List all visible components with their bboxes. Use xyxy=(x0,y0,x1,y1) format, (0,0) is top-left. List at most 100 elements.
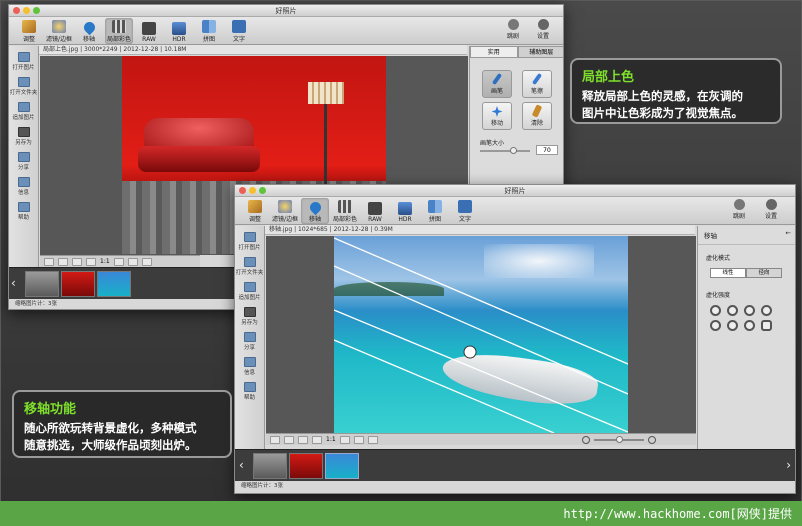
sidebar-share[interactable]: 分享 xyxy=(9,152,38,171)
thumbnail-room[interactable] xyxy=(253,453,287,479)
image-canvas[interactable] xyxy=(266,236,696,433)
undo-button[interactable] xyxy=(127,257,138,266)
sidebar-append-image[interactable]: 追加图片 xyxy=(9,102,38,121)
strength-option-icon[interactable] xyxy=(744,320,755,331)
thumbnail-sea[interactable] xyxy=(325,453,359,479)
guide-line[interactable] xyxy=(334,265,628,395)
zoom-icon[interactable] xyxy=(259,187,266,194)
slider-knob[interactable] xyxy=(510,147,517,154)
adjust-right-button[interactable]: 跳剧 xyxy=(733,199,745,220)
tool-tilt-shift[interactable]: 移轴 xyxy=(301,198,329,224)
strength-option-icon[interactable] xyxy=(761,320,772,331)
move-button[interactable]: 移动 xyxy=(482,102,512,130)
brush-size-value[interactable]: 70 xyxy=(536,145,558,155)
back-arrow-icon[interactable]: ← xyxy=(786,229,791,237)
tool-filter-frame[interactable]: 滤镜/边框 xyxy=(45,18,73,44)
strength-option-icon[interactable] xyxy=(727,305,738,316)
clear-button[interactable]: 清除 xyxy=(522,102,552,130)
strip-right-arrow[interactable]: › xyxy=(786,458,791,472)
tool-tilt-shift[interactable]: 移轴 xyxy=(75,18,103,44)
fit-button[interactable] xyxy=(72,257,82,266)
guide-line[interactable] xyxy=(334,237,628,365)
flip-button[interactable] xyxy=(339,435,350,444)
sidebar-share[interactable]: 分享 xyxy=(235,332,264,351)
mode-radial[interactable]: 径向 xyxy=(746,268,782,278)
close-icon[interactable] xyxy=(239,187,246,194)
zoom-label[interactable]: 1:1 xyxy=(100,258,110,265)
zoom-icon[interactable] xyxy=(33,7,40,14)
rotate-handle[interactable] xyxy=(463,345,477,359)
sidebar-save-as[interactable]: 另存为 xyxy=(235,307,264,326)
thumbnail-room[interactable] xyxy=(25,271,59,297)
strength-option-icon[interactable] xyxy=(744,305,755,316)
sidebar-open-image[interactable]: 打开图片 xyxy=(235,232,264,251)
sidebar-info[interactable]: 信息 xyxy=(9,177,38,196)
guide-line[interactable] xyxy=(334,339,555,433)
eraser-button[interactable]: 笔擦 xyxy=(522,70,552,98)
sidebar-help[interactable]: 帮助 xyxy=(235,382,264,401)
tab-practical[interactable]: 实用 xyxy=(470,46,518,58)
redo-button[interactable] xyxy=(141,257,152,266)
thumbnail-red-sofa[interactable] xyxy=(61,271,95,297)
sidebar-open-folder[interactable]: 打开文件夹 xyxy=(235,257,264,276)
tool-adjust[interactable]: 调整 xyxy=(15,18,43,44)
minimize-icon[interactable] xyxy=(249,187,256,194)
tool-adjust[interactable]: 调整 xyxy=(241,198,269,224)
target-button[interactable] xyxy=(86,257,96,266)
sidebar-help[interactable]: 帮助 xyxy=(9,202,38,221)
rotate-button[interactable] xyxy=(284,435,294,444)
tool-raw[interactable]: RAW xyxy=(135,18,163,44)
settings-button[interactable]: 设置 xyxy=(765,199,777,220)
target-button[interactable] xyxy=(312,435,322,444)
text-icon xyxy=(458,200,472,213)
zoom-slider[interactable] xyxy=(593,435,644,443)
callout-line: 随心所欲玩转背景虚化，多种模式 xyxy=(24,421,197,435)
guide-line[interactable] xyxy=(334,309,628,433)
sidebar-open-folder[interactable]: 打开文件夹 xyxy=(9,77,38,96)
brush-size-slider[interactable] xyxy=(480,147,530,154)
sidebar-open-image[interactable]: 打开图片 xyxy=(9,52,38,71)
rotate-button[interactable] xyxy=(58,257,68,266)
thumbnail-red-sofa[interactable] xyxy=(289,453,323,479)
crop-button[interactable] xyxy=(44,257,54,266)
tool-collage[interactable]: 拼图 xyxy=(421,198,449,224)
grid-icon xyxy=(338,200,352,213)
tab-aux-layer[interactable]: 辅助图层 xyxy=(517,46,563,58)
adjust-right-button[interactable]: 跳剧 xyxy=(507,19,519,40)
tool-hdr[interactable]: HDR xyxy=(165,18,193,44)
fit-button[interactable] xyxy=(298,435,308,444)
zoom-out-icon[interactable] xyxy=(581,435,590,444)
crop-button[interactable] xyxy=(270,435,280,444)
strength-option-icon[interactable] xyxy=(710,320,721,331)
thumbnail-sea[interactable] xyxy=(97,271,131,297)
strength-option-icon[interactable] xyxy=(761,305,772,316)
sidebar-append-image[interactable]: 追加图片 xyxy=(235,282,264,301)
redo-button[interactable] xyxy=(367,435,378,444)
sidebar-info[interactable]: 信息 xyxy=(235,357,264,376)
pencil-icon xyxy=(248,200,262,213)
tool-text[interactable]: 文字 xyxy=(451,198,479,224)
zoom-label[interactable]: 1:1 xyxy=(326,436,336,443)
tool-hdr[interactable]: HDR xyxy=(391,198,419,224)
mode-linear[interactable]: 线性 xyxy=(710,268,746,278)
tool-local-color[interactable]: 局部彩色 xyxy=(105,18,133,44)
tool-filter-frame[interactable]: 滤镜/边框 xyxy=(271,198,299,224)
settings-button[interactable]: 设置 xyxy=(537,19,549,40)
sidebar-save-as[interactable]: 另存为 xyxy=(9,127,38,146)
tool-raw[interactable]: RAW xyxy=(361,198,389,224)
undo-button[interactable] xyxy=(353,435,364,444)
close-icon[interactable] xyxy=(13,7,20,14)
zoom-in-icon[interactable] xyxy=(647,435,656,444)
tool-collage[interactable]: 拼图 xyxy=(195,18,223,44)
strip-left-arrow[interactable]: ‹ xyxy=(239,458,244,472)
zoom-slider-knob[interactable] xyxy=(615,435,623,443)
flip-button[interactable] xyxy=(113,257,124,266)
tool-local-color[interactable]: 局部彩色 xyxy=(331,198,359,224)
brush-button[interactable]: 画笔 xyxy=(482,70,512,98)
grid-icon xyxy=(112,20,126,33)
strength-option-icon[interactable] xyxy=(727,320,738,331)
strength-option-icon[interactable] xyxy=(710,305,721,316)
minimize-icon[interactable] xyxy=(23,7,30,14)
tool-text[interactable]: 文字 xyxy=(225,18,253,44)
strip-left-arrow[interactable]: ‹ xyxy=(11,276,16,290)
